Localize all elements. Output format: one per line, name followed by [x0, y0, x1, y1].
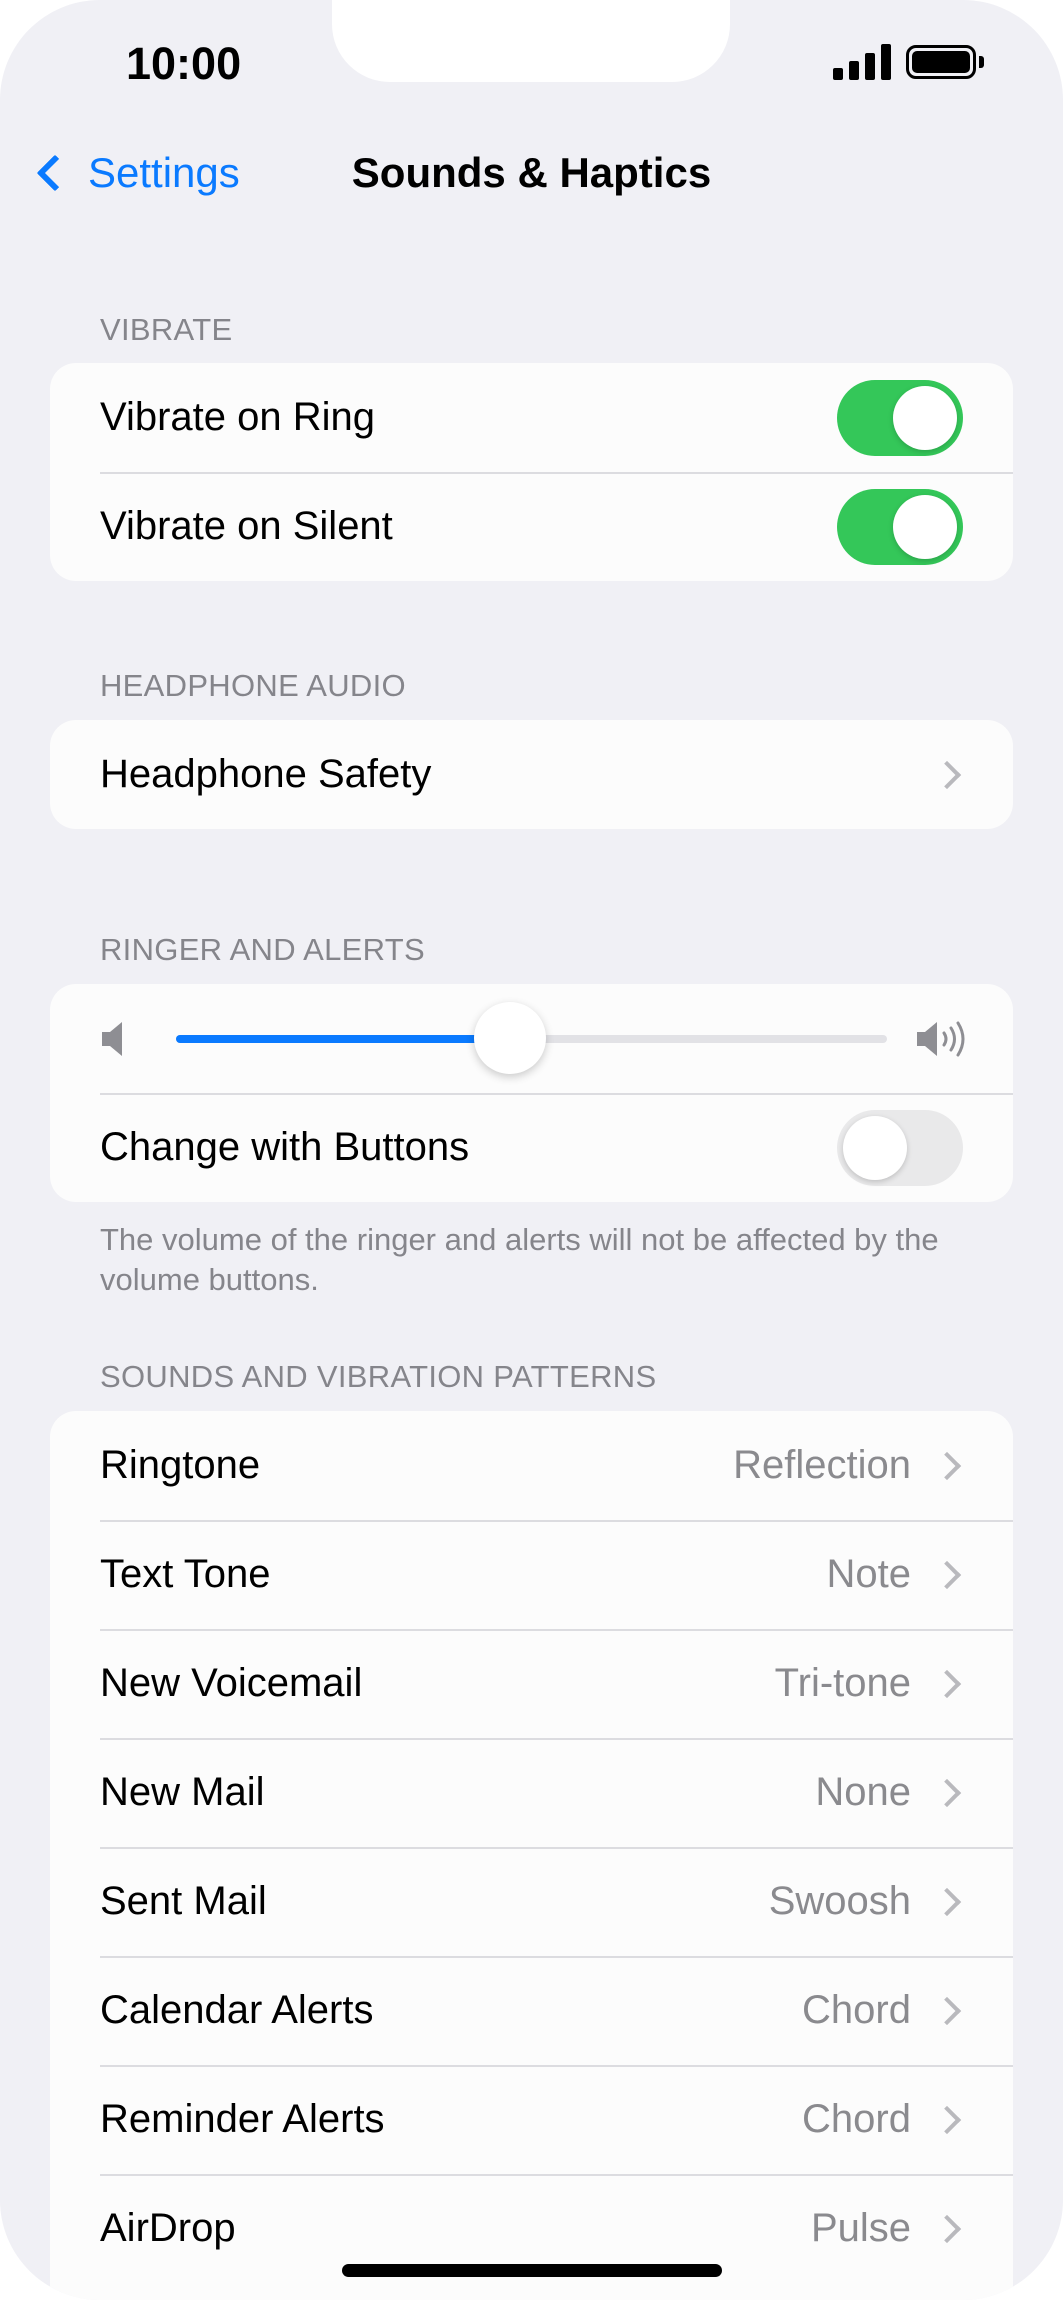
list-item-new-voicemail[interactable]: New Voicemail Tri-tone	[50, 1629, 1013, 1738]
chevron-right-icon	[932, 760, 962, 789]
notch	[332, 0, 730, 82]
cellular-signal-icon	[833, 44, 891, 80]
volume-slider-thumb[interactable]	[474, 1001, 547, 1074]
row-label: Ringtone	[100, 1443, 261, 1487]
list-item-new-mail[interactable]: New Mail None	[50, 1738, 1013, 1847]
row-value: Chord	[802, 1988, 911, 2032]
change-with-buttons-row: Change with Buttons	[50, 1093, 1013, 1202]
vibrate-on-ring-toggle[interactable]	[837, 379, 963, 456]
row-value: Pulse	[810, 2206, 911, 2250]
headphone-group: Headphone Safety	[50, 720, 1013, 829]
toggle-knob	[893, 494, 957, 559]
battery-cap	[979, 56, 984, 68]
toggle-knob	[843, 1115, 907, 1180]
vibrate-on-ring-row: Vibrate on Ring	[50, 363, 1013, 472]
speaker-low-icon	[102, 1021, 122, 1056]
row-value: Swoosh	[768, 1879, 911, 1923]
row-value: None	[815, 1770, 911, 1814]
chevron-right-icon	[932, 1778, 962, 1807]
chevron-right-icon	[932, 1560, 962, 1589]
ringer-footnote: The volume of the ringer and alerts will…	[100, 1222, 939, 1297]
volume-slider-fill	[176, 1034, 511, 1043]
section-header-vibrate: VIBRATE	[100, 312, 233, 347]
ringer-group: Change with Buttons	[50, 984, 1013, 1202]
phone-screen: 10:00 Settings Sounds & Haptics VIBRATE …	[0, 0, 1063, 2300]
chevron-right-icon	[932, 1669, 962, 1698]
row-value: Reflection	[733, 1443, 911, 1487]
row-label: New Voicemail	[100, 1661, 363, 1705]
chevron-right-icon	[932, 1451, 962, 1480]
section-header-ringer-alerts: RINGER AND ALERTS	[100, 932, 425, 967]
page-title: Sounds & Haptics	[351, 149, 712, 196]
row-label: Vibrate on Ring	[100, 395, 375, 439]
row-value: Chord	[802, 2097, 911, 2141]
vibrate-group: Vibrate on Ring Vibrate on Silent	[50, 363, 1013, 581]
list-item-reminder-alerts[interactable]: Reminder Alerts Chord	[50, 2065, 1013, 2174]
list-item-ringtone[interactable]: Ringtone Reflection	[50, 1411, 1013, 1520]
toggle-knob	[893, 385, 957, 450]
row-label: Headphone Safety	[100, 752, 432, 796]
speaker-high-icon	[917, 1021, 965, 1056]
row-label: AirDrop	[100, 2206, 236, 2250]
status-time: 10:00	[126, 38, 242, 89]
headphone-safety-row[interactable]: Headphone Safety	[50, 720, 1013, 829]
row-label: Text Tone	[100, 1552, 271, 1596]
row-label: Calendar Alerts	[100, 1988, 374, 2032]
section-header-headphone-audio: HEADPHONE AUDIO	[100, 668, 406, 703]
chevron-right-icon	[932, 1887, 962, 1916]
row-label: Vibrate on Silent	[100, 504, 393, 548]
row-label: New Mail	[100, 1770, 265, 1814]
list-item-sent-mail[interactable]: Sent Mail Swoosh	[50, 1847, 1013, 1956]
chevron-right-icon	[932, 1996, 962, 2025]
vibrate-on-silent-row: Vibrate on Silent	[50, 472, 1013, 581]
row-value: Tri-tone	[774, 1661, 911, 1705]
row-label: Reminder Alerts	[100, 2097, 385, 2141]
section-header-sounds-patterns: SOUNDS AND VIBRATION PATTERNS	[100, 1359, 657, 1394]
row-label: Sent Mail	[100, 1879, 267, 1923]
battery-icon	[906, 45, 976, 79]
row-value: Note	[826, 1552, 912, 1596]
list-item-text-tone[interactable]: Text Tone Note	[50, 1520, 1013, 1629]
volume-slider-row	[50, 984, 1013, 1093]
list-item-calendar-alerts[interactable]: Calendar Alerts Chord	[50, 1956, 1013, 2065]
volume-slider[interactable]	[176, 1001, 887, 1074]
row-label: Change with Buttons	[100, 1125, 470, 1169]
chevron-right-icon	[932, 2214, 962, 2243]
change-with-buttons-toggle[interactable]	[837, 1109, 963, 1186]
sounds-group: Ringtone Reflection Text Tone Note New V…	[50, 1411, 1013, 2300]
vibrate-on-silent-toggle[interactable]	[837, 488, 963, 565]
home-indicator[interactable]	[342, 2264, 722, 2277]
chevron-right-icon	[932, 2105, 962, 2134]
